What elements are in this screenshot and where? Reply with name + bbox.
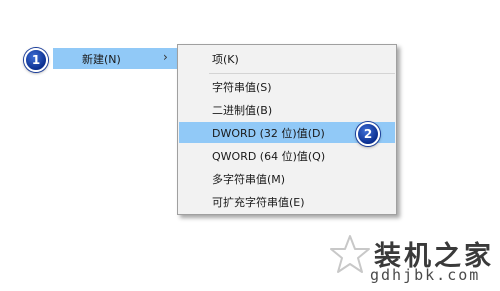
menu-item-label: 项(K) — [212, 53, 239, 66]
watermark-domain: gdhjbk.com — [370, 266, 481, 284]
menu-separator — [209, 73, 395, 74]
menu-item-binary-value[interactable]: 二进制值(B) — [179, 100, 395, 120]
menu-item-label: 可扩充字符串值(E) — [212, 196, 305, 209]
watermark: 装机之家 gdhjbk.com — [330, 232, 495, 287]
menu-item-label: 多字符串值(M) — [212, 173, 286, 186]
menu-item-label: 新建(N) — [82, 52, 121, 66]
menu-item-label: DWORD (32 位)值(D) — [212, 126, 325, 140]
context-menu-item-new[interactable]: 新建(N) › — [53, 48, 177, 69]
step-badge-1: 1 — [24, 48, 48, 72]
menu-item-qword-value[interactable]: QWORD (64 位)值(Q) — [179, 146, 395, 166]
step-badge-number: 2 — [363, 127, 373, 141]
menu-item-string-value[interactable]: 字符串值(S) — [179, 77, 395, 97]
star-outline-icon — [330, 235, 370, 273]
step-badge-number: 1 — [31, 53, 41, 67]
menu-item-key[interactable]: 项(K) — [179, 49, 395, 69]
submenu-arrow-icon: › — [163, 50, 168, 64]
menu-item-expandable-string-value[interactable]: 可扩充字符串值(E) — [179, 192, 395, 212]
menu-item-label: QWORD (64 位)值(Q) — [212, 150, 326, 163]
menu-item-label: 字符串值(S) — [212, 81, 272, 94]
step-badge-2: 2 — [356, 122, 380, 146]
menu-item-label: 二进制值(B) — [212, 104, 273, 117]
menu-item-multi-string-value[interactable]: 多字符串值(M) — [179, 169, 395, 189]
